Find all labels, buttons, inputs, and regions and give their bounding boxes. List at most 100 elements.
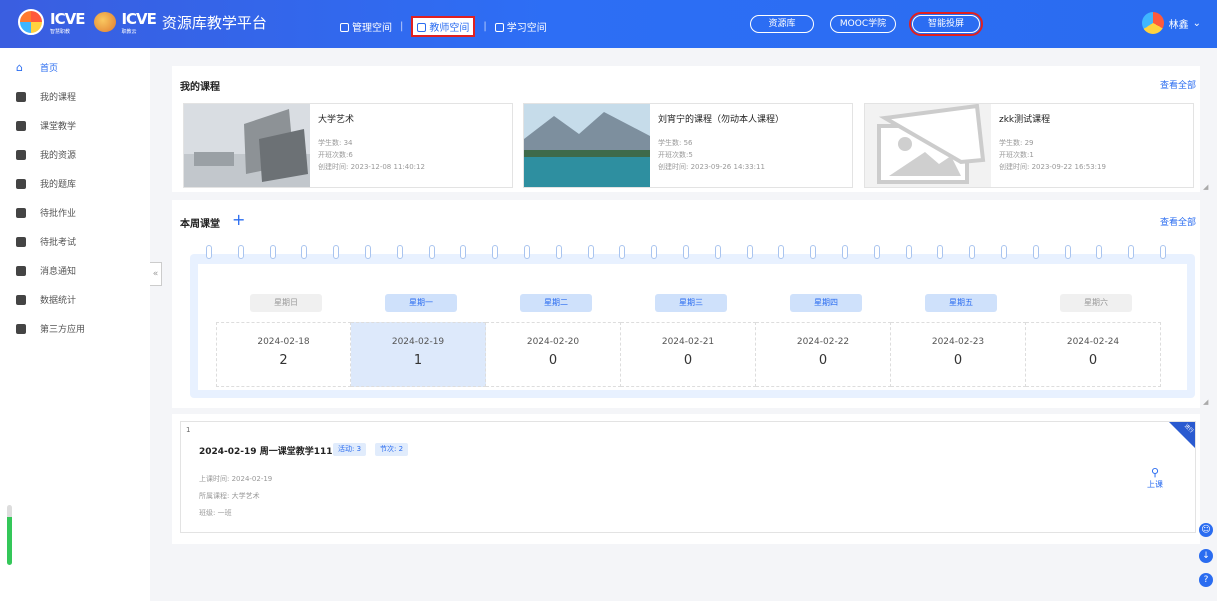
binder-ring xyxy=(460,245,467,259)
customer-service-icon[interactable]: ☺ xyxy=(1199,523,1213,537)
sidebar-item-pending-homework[interactable]: 待批作业 xyxy=(0,198,150,227)
avatar xyxy=(1141,12,1164,34)
my-courses-view-all[interactable]: 查看全部 xyxy=(1160,78,1196,91)
binder-ring xyxy=(1001,245,1007,259)
binder-ring xyxy=(428,245,435,259)
logo-icve: ICVE 智慧职教 xyxy=(50,10,85,36)
day-label-friday[interactable]: 星期五 xyxy=(925,294,997,312)
sidebar-item-class-teaching[interactable]: 课堂教学 xyxy=(0,111,150,140)
resource-icon xyxy=(16,149,26,160)
course-thumbnail xyxy=(524,104,650,187)
course-classes: 开班次数:1 xyxy=(999,151,1034,159)
lesson-course: 所属课程: 大学艺术 xyxy=(199,492,260,500)
user-menu[interactable]: 林鑫 ⌄ xyxy=(1141,12,1201,34)
smart-cast-button[interactable]: 智能投屏 xyxy=(909,12,983,36)
day-cell[interactable]: 2024-02-20 0 xyxy=(486,322,621,387)
week-view-all[interactable]: 查看全部 xyxy=(1160,215,1196,228)
day-label-saturday[interactable]: 星期六 xyxy=(1060,294,1132,312)
resize-handle-icon[interactable]: ◢ xyxy=(1203,183,1208,191)
sidebar-collapse-button[interactable]: « xyxy=(150,262,162,286)
binder-ring xyxy=(492,245,499,259)
day-label-wednesday[interactable]: 星期三 xyxy=(655,294,727,312)
mooc-button[interactable]: MOOC学院 xyxy=(830,15,896,33)
download-icon[interactable]: ↓ xyxy=(1199,549,1213,563)
nav-study-space[interactable]: 学习空间 xyxy=(494,19,547,34)
day-label-tuesday[interactable]: 星期二 xyxy=(520,294,592,312)
logo-group[interactable]: ICVE 智慧职教 ICVE 职教云 资源库教学平台 xyxy=(18,9,267,35)
sidebar-item-messages[interactable]: 消息通知 xyxy=(0,256,150,285)
course-name: zkk测试课程 xyxy=(999,115,1051,125)
binder-ring xyxy=(365,245,371,259)
start-class-button[interactable]: ⚲ 上课 xyxy=(1147,466,1163,490)
lesson-title: 2024-02-19 周一课堂教学1111 xyxy=(199,447,339,457)
nav-manage-space[interactable]: 管理空间 xyxy=(340,19,392,34)
stats-icon xyxy=(16,294,26,305)
course-name: 刘宵宁的课程（勿动本人课程） xyxy=(658,115,785,125)
add-lesson-button[interactable]: + xyxy=(232,210,245,229)
my-courses-title: 我的课程 xyxy=(180,82,220,93)
binder-ring xyxy=(1160,245,1166,259)
binder-ring xyxy=(905,245,912,259)
binder-ring xyxy=(1128,245,1135,259)
course-students: 学生数: 29 xyxy=(999,139,1034,147)
nav-teacher-space[interactable]: 教师空间 xyxy=(411,16,476,37)
help-icon[interactable]: ? xyxy=(1199,573,1213,587)
lesson-class: 班级: 一班 xyxy=(199,509,232,517)
course-card[interactable]: 大学艺术 学生数: 34 开班次数:6 创建时间: 2023-12-08 11:… xyxy=(183,103,513,188)
day-cell[interactable]: 2024-02-21 0 xyxy=(621,322,756,387)
play-icon xyxy=(16,120,26,131)
binder-ring xyxy=(333,245,340,259)
cloud-logo-icon xyxy=(94,12,117,32)
binder-ring xyxy=(1032,245,1039,259)
resource-library-button[interactable]: 资源库 xyxy=(750,15,814,33)
binder-ring xyxy=(1096,245,1103,259)
binder-ring xyxy=(619,245,626,259)
day-label-monday[interactable]: 星期一 xyxy=(385,294,457,312)
resize-handle-icon[interactable]: ◢ xyxy=(1203,398,1208,406)
exam-icon xyxy=(16,236,26,247)
day-cell[interactable]: 2024-02-18 2 xyxy=(216,322,351,387)
sidebar-item-question-bank[interactable]: 我的题库 xyxy=(0,169,150,198)
binder-ring xyxy=(842,245,848,259)
sidebar-item-third-party-apps[interactable]: 第三方应用 xyxy=(0,314,150,343)
course-created: 创建时间: 2023-12-08 11:40:12 xyxy=(318,163,425,171)
lesson-card[interactable]: 1 2024-02-19 周一课堂教学1111 活动: 3 节次: 2 上课时间… xyxy=(180,421,1196,533)
day-cell[interactable]: 2024-02-24 0 xyxy=(1026,322,1161,387)
period-badge: 节次: 2 xyxy=(375,443,409,456)
binder-ring xyxy=(237,245,244,259)
binder-ring xyxy=(1064,245,1071,259)
sidebar-item-my-resources[interactable]: 我的资源 xyxy=(0,140,150,169)
platform-title: 资源库教学平台 xyxy=(161,13,267,32)
binder-ring xyxy=(683,245,689,259)
chevron-down-icon: ⌄ xyxy=(1192,17,1201,29)
week-title: 本周课堂 xyxy=(180,219,220,230)
course-classes: 开班次数:5 xyxy=(658,151,693,159)
course-created: 创建时间: 2023-09-26 14:33:11 xyxy=(658,163,765,171)
sidebar-item-statistics[interactable]: 数据统计 xyxy=(0,285,150,314)
course-students: 学生数: 34 xyxy=(318,139,353,147)
binder-ring xyxy=(587,245,594,259)
course-card[interactable]: zkk测试课程 学生数: 29 开班次数:1 创建时间: 2023-09-22 … xyxy=(864,103,1194,188)
binder-ring xyxy=(810,245,817,259)
binder-ring xyxy=(396,245,403,259)
sidebar-item-my-courses[interactable]: 我的课程 xyxy=(0,82,150,111)
user-name: 林鑫 xyxy=(1168,19,1189,31)
sidebar-item-pending-exams[interactable]: 待批考试 xyxy=(0,227,150,256)
binder-ring xyxy=(555,245,562,259)
day-cell[interactable]: 2024-02-22 0 xyxy=(756,322,891,387)
binder-ring xyxy=(301,245,308,259)
course-students: 学生数: 56 xyxy=(658,139,693,147)
logo-icve-cloud: ICVE 职教云 xyxy=(121,10,156,36)
course-card[interactable]: 刘宵宁的课程（勿动本人课程） 学生数: 56 开班次数:5 创建时间: 2023… xyxy=(523,103,853,188)
binder-ring xyxy=(651,245,658,259)
sidebar-item-home[interactable]: ⌂ 首页 xyxy=(0,53,150,82)
day-cell[interactable]: 2024-02-23 0 xyxy=(891,322,1026,387)
scroll-indicator[interactable] xyxy=(7,505,12,565)
day-cell-selected[interactable]: 2024-02-19 1 xyxy=(351,322,486,387)
day-label-sunday[interactable]: 星期日 xyxy=(250,294,322,312)
nav-separator: | xyxy=(400,21,404,32)
week-calendar: 星期日 星期一 星期二 星期三 星期四 星期五 星期六 2024-02-18 2 … xyxy=(190,254,1195,398)
day-label-thursday[interactable]: 星期四 xyxy=(790,294,862,312)
binder-ring xyxy=(269,245,276,259)
start-class-icon: ⚲ xyxy=(1150,466,1160,479)
